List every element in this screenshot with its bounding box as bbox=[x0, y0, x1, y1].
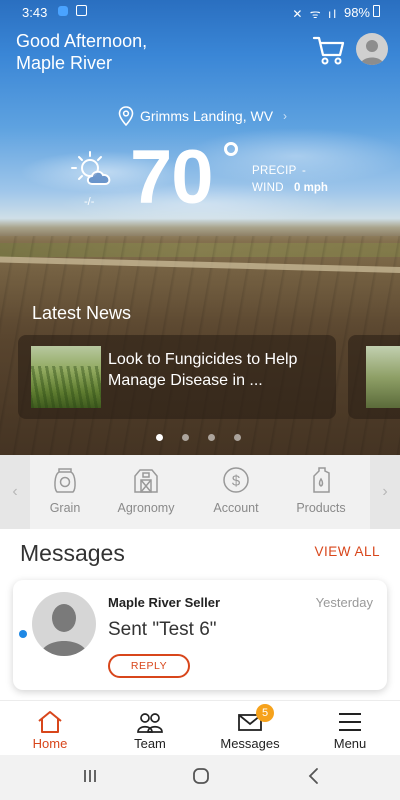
carousel-dot-active[interactable] bbox=[156, 434, 163, 441]
nav-label: Menu bbox=[333, 736, 367, 751]
checkbox-notification-icon bbox=[76, 5, 87, 16]
news-thumbnail-next bbox=[366, 346, 400, 408]
reply-button[interactable]: REPLY bbox=[108, 654, 190, 678]
location-chevron-icon: › bbox=[283, 109, 288, 123]
nav-label: Messages bbox=[220, 736, 280, 751]
nav-label: Team bbox=[134, 736, 166, 751]
greeting-name: Maple River bbox=[16, 53, 113, 73]
nav-messages[interactable]: Messages 5 bbox=[200, 701, 300, 756]
nav-team[interactable]: Team bbox=[100, 701, 200, 756]
unread-indicator bbox=[19, 630, 27, 638]
view-all-link[interactable]: VIEW ALL bbox=[314, 544, 380, 559]
carousel-dot[interactable] bbox=[234, 434, 241, 441]
category-agronomy[interactable]: Agronomy bbox=[106, 465, 186, 515]
category-grain[interactable]: Grain bbox=[25, 465, 105, 515]
avatar-icon[interactable] bbox=[356, 33, 388, 65]
nav-menu[interactable]: Menu bbox=[300, 701, 400, 756]
messages-badge: 5 bbox=[256, 704, 274, 722]
battery-percent: 98% bbox=[343, 5, 370, 20]
back-icon[interactable] bbox=[306, 767, 320, 785]
degree-symbol bbox=[224, 142, 238, 156]
location-selector[interactable]: Grimms Landing, WV › bbox=[118, 106, 287, 126]
carousel-dot[interactable] bbox=[182, 434, 189, 441]
system-nav-bar bbox=[0, 755, 400, 800]
weather-sub: -/- bbox=[84, 196, 95, 208]
news-card-next[interactable] bbox=[348, 335, 400, 419]
greeting: Good Afternoon, Maple River bbox=[16, 30, 147, 74]
nav-label: Home bbox=[32, 736, 68, 751]
category-label: Account bbox=[213, 501, 259, 515]
svg-text:$: $ bbox=[232, 473, 241, 490]
bottom-nav: Home Team Messages 5 Menu bbox=[0, 700, 400, 755]
message-card[interactable]: Maple River Seller Yesterday Sent "Test … bbox=[13, 580, 387, 690]
status-time: 3:43 bbox=[22, 5, 48, 20]
sender-name: Maple River Seller bbox=[108, 595, 220, 610]
news-thumbnail bbox=[31, 346, 101, 408]
news-title: Look to Fungicides to Help Manage Diseas… bbox=[108, 351, 298, 389]
location-name: Grimms Landing, WV bbox=[140, 108, 274, 124]
category-products[interactable]: Products bbox=[281, 465, 361, 515]
category-strip: ‹ Grain Agronomy $ Account Products › bbox=[0, 455, 400, 529]
category-label: Products bbox=[296, 501, 346, 515]
category-label: Grain bbox=[49, 501, 81, 515]
precip-label: PRECIP bbox=[252, 165, 297, 177]
category-label: Agronomy bbox=[117, 501, 175, 515]
nav-home[interactable]: Home bbox=[0, 701, 100, 756]
precip-value: - bbox=[302, 165, 306, 177]
message-preview: Sent "Test 6" bbox=[108, 619, 217, 640]
cart-icon[interactable] bbox=[312, 34, 346, 66]
greeting-line1: Good Afternoon, bbox=[16, 31, 148, 51]
barn-icon bbox=[134, 469, 158, 493]
hamburger-icon bbox=[339, 713, 361, 731]
home-system-icon[interactable] bbox=[192, 767, 210, 785]
location-pin-icon bbox=[118, 106, 134, 126]
message-date: Yesterday bbox=[315, 595, 373, 610]
grain-bag-icon bbox=[54, 468, 76, 493]
messages-title: Messages bbox=[20, 540, 125, 566]
wind-label: WIND bbox=[252, 182, 284, 194]
partly-cloudy-icon bbox=[71, 151, 111, 185]
carousel-dot[interactable] bbox=[208, 434, 215, 441]
wind-value: 0 mph bbox=[294, 182, 328, 194]
notification-icon bbox=[58, 6, 68, 16]
news-card[interactable]: Look to Fungicides to Help Manage Diseas… bbox=[18, 335, 336, 419]
carousel-dots bbox=[156, 434, 241, 441]
signal-icons: ✕ ᯤ ıl bbox=[292, 7, 338, 21]
temperature: 70 bbox=[130, 135, 214, 220]
jug-icon bbox=[313, 467, 330, 493]
team-icon bbox=[137, 713, 163, 733]
sender-avatar bbox=[32, 592, 96, 656]
status-bar: 3:43 ✕ ᯤ ıl 98% bbox=[0, 0, 400, 24]
scroll-right-button[interactable]: › bbox=[370, 455, 400, 529]
home-icon bbox=[38, 711, 62, 733]
battery-icon bbox=[373, 5, 380, 17]
recents-icon[interactable] bbox=[82, 767, 98, 785]
hero-banner: 3:43 ✕ ᯤ ıl 98% Good Afternoon, Maple Ri… bbox=[0, 0, 400, 455]
category-account[interactable]: $ Account bbox=[196, 465, 276, 515]
news-heading: Latest News bbox=[32, 303, 132, 323]
dollar-icon: $ bbox=[223, 467, 249, 493]
